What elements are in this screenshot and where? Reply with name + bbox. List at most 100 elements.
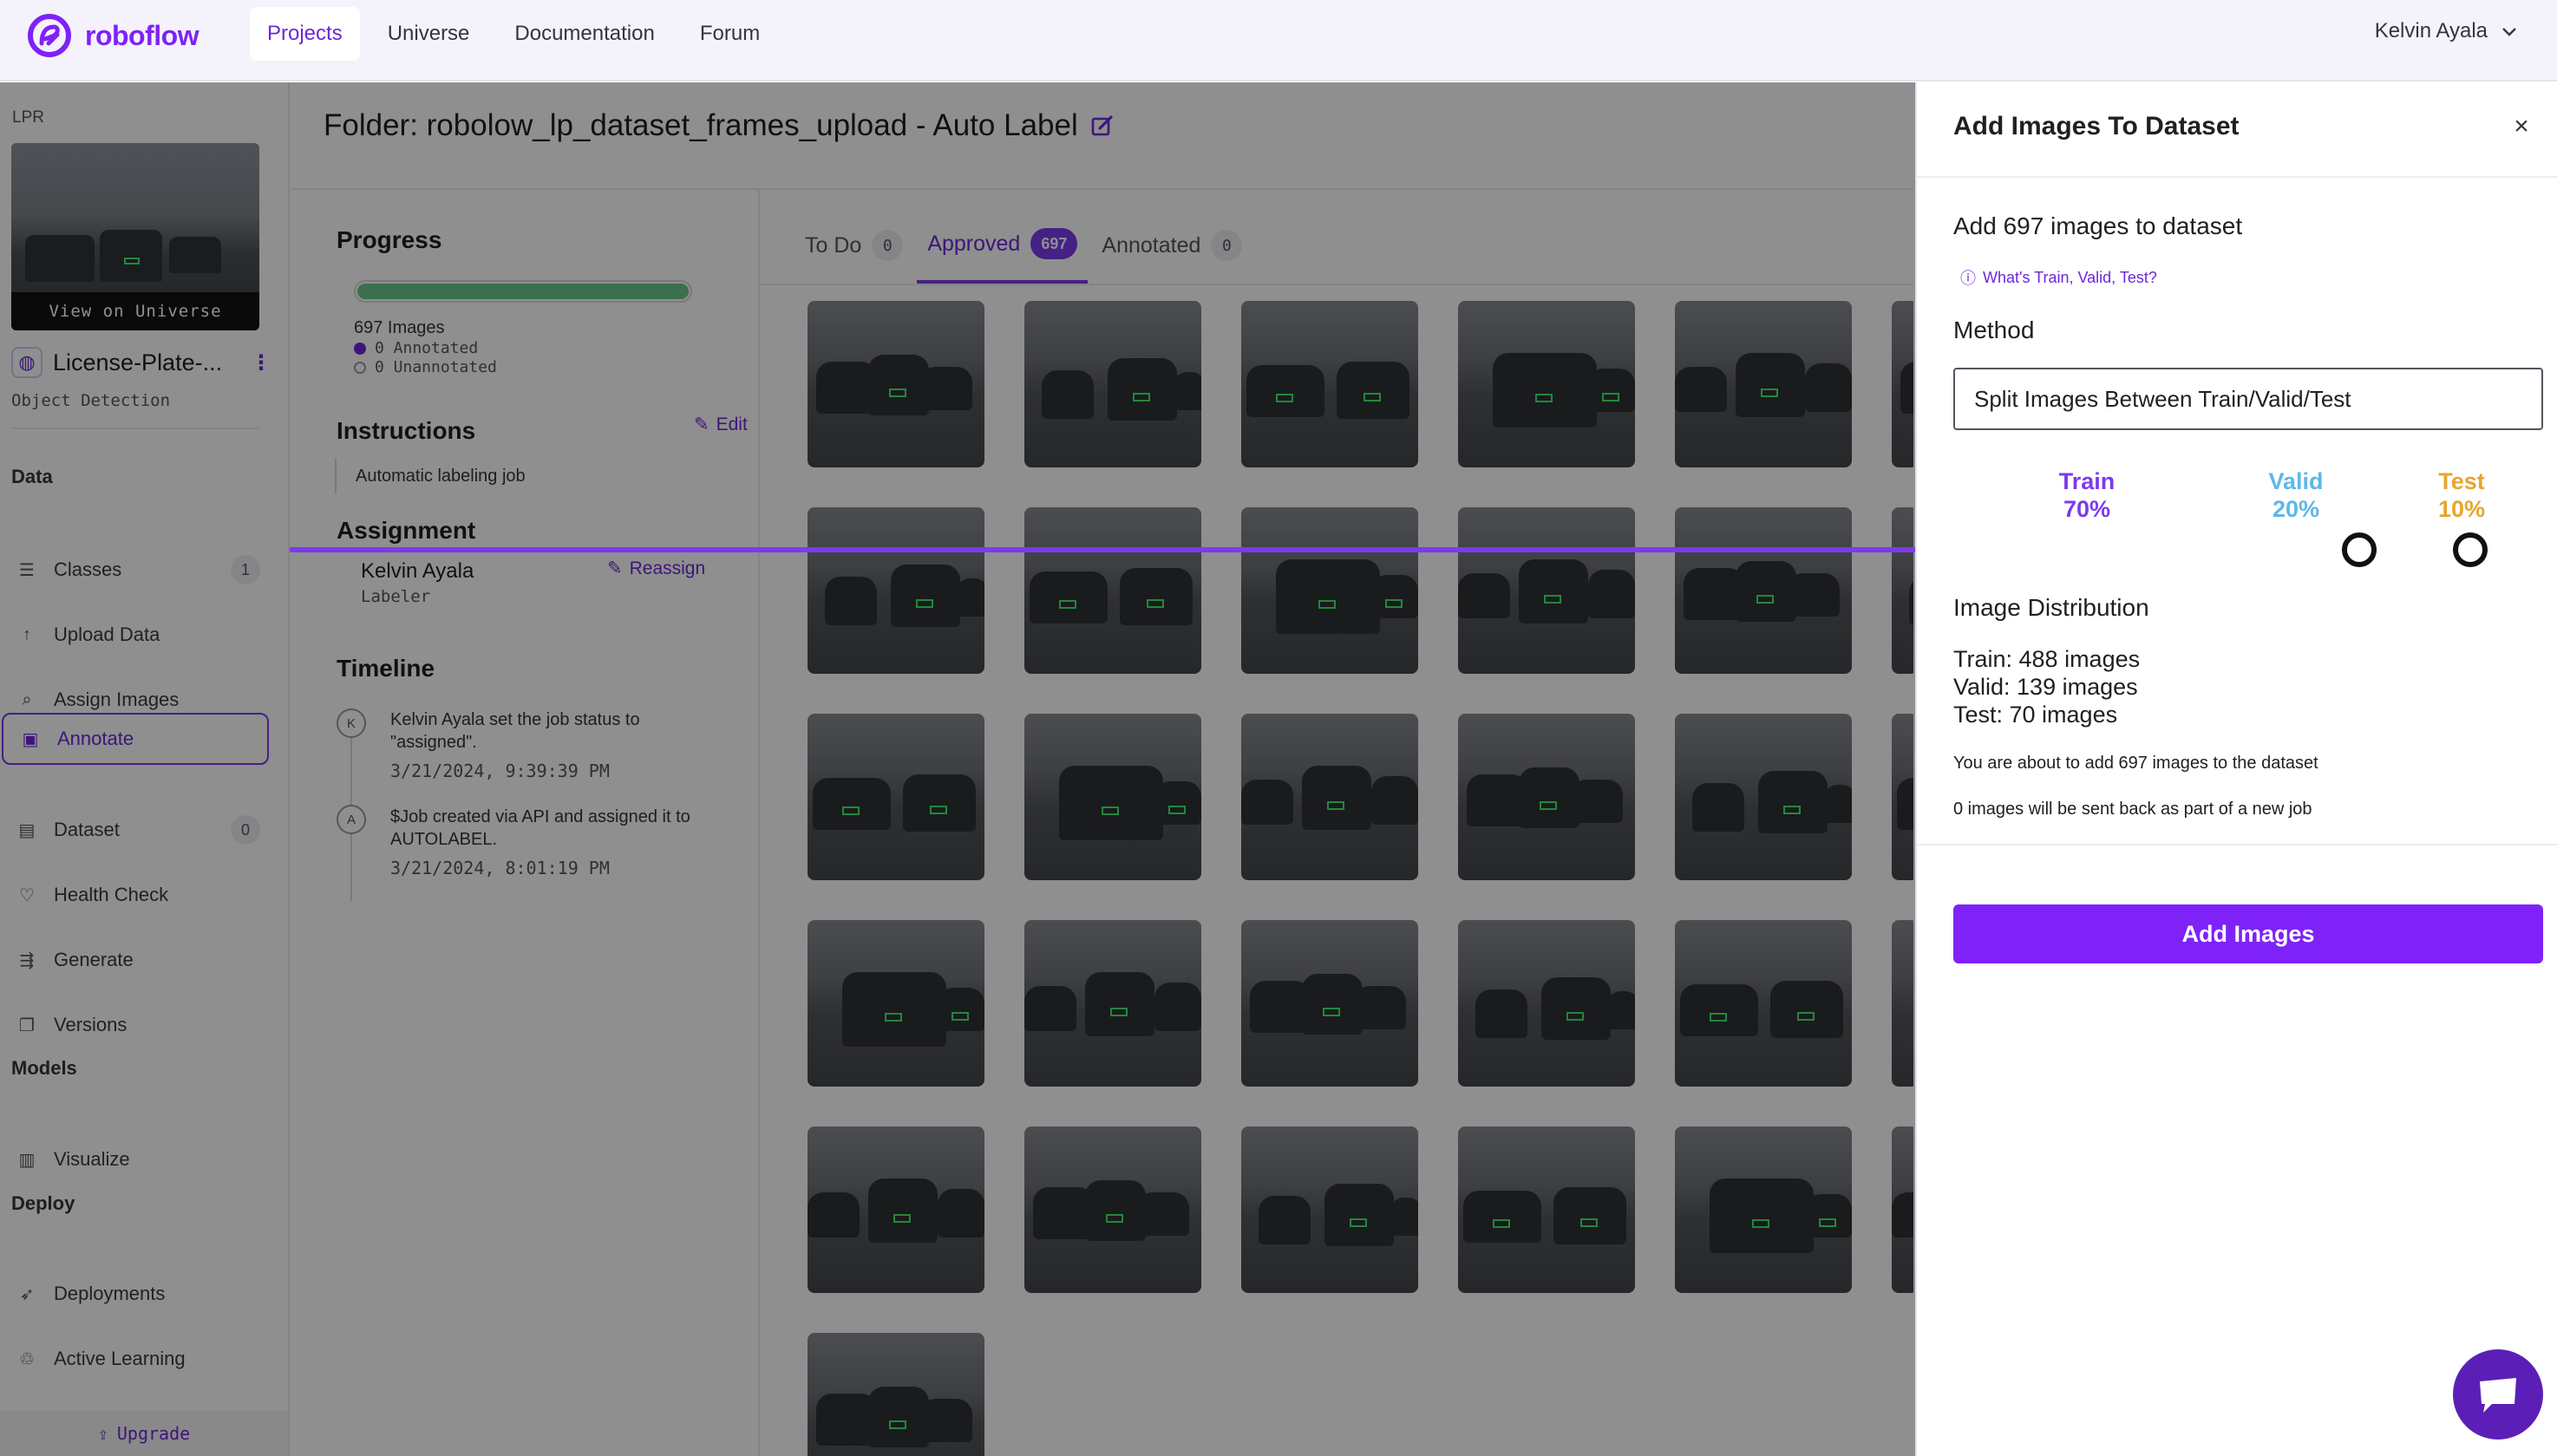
tab-approved[interactable]: Approved 697 [917, 207, 1089, 284]
sidebar-item-dataset[interactable]: ▤ Dataset 0 [0, 804, 271, 856]
annotate-icon: ▣ [22, 729, 39, 749]
project-title-row: ◍ License-Plate-... ⋮ [11, 347, 271, 378]
gallery-image[interactable] [808, 507, 984, 674]
project-thumbnail[interactable]: View on Universe [11, 143, 259, 330]
sidebar-item-health-check[interactable]: ♡ Health Check [0, 869, 271, 921]
car-shape [1085, 972, 1154, 1036]
sidebar-item-visualize[interactable]: ▥ Visualize [0, 1133, 271, 1185]
gallery-image[interactable] [808, 1126, 984, 1293]
gallery-image[interactable] [1458, 714, 1635, 880]
gallery-image[interactable] [1241, 507, 1418, 674]
gallery-image[interactable] [1024, 920, 1201, 1087]
plate-box [124, 258, 140, 264]
user-menu[interactable]: Kelvin Ayala [2375, 19, 2519, 43]
test-label: Test 10% [2418, 467, 2505, 523]
add-images-button[interactable]: Add Images [1953, 904, 2543, 963]
chat-button[interactable] [2453, 1349, 2543, 1440]
plate-box [1797, 1012, 1815, 1022]
timeline-avatar: K [337, 708, 366, 738]
nav-universe[interactable]: Universe [370, 7, 487, 61]
gallery-image[interactable] [1024, 714, 1201, 880]
sidebar-item-annotate[interactable]: ▣ Annotate [2, 713, 269, 765]
generate-icon: ⇶ [19, 950, 35, 970]
gallery-image[interactable] [1675, 1126, 1852, 1293]
car-shape [1675, 367, 1727, 412]
plate-box [1752, 1219, 1769, 1229]
car-shape [1246, 365, 1324, 417]
gallery-image[interactable] [808, 301, 984, 467]
sidebar-item-versions[interactable]: ❐ Versions [0, 999, 271, 1051]
car-shape [938, 1189, 984, 1237]
plate-box [1276, 394, 1293, 402]
gallery-image[interactable] [808, 1333, 984, 1456]
gallery-image[interactable] [1892, 301, 1913, 467]
gallery-image[interactable] [1241, 1126, 1418, 1293]
image-gallery: To Do 0 Approved 697 Annotated 0 [760, 190, 1913, 1456]
plate-box [1364, 393, 1381, 402]
view-on-universe-button[interactable]: View on Universe [11, 292, 259, 330]
sidebar-item-classes[interactable]: ☰ Classes 1 [0, 544, 271, 596]
user-name: Kelvin Ayala [2374, 19, 2488, 42]
gallery-image[interactable] [1458, 507, 1635, 674]
sidebar-item-label: Dataset [54, 819, 120, 840]
nav-projects[interactable]: Projects [250, 7, 360, 61]
upgrade-button[interactable]: ⇪ Upgrade [0, 1411, 288, 1456]
gallery-image[interactable] [1892, 714, 1913, 880]
plate-box [1540, 800, 1557, 810]
car-shape [1519, 559, 1588, 624]
train-valid-test-help-link[interactable]: ⓘ What's Train, Valid, Test? [1960, 266, 2157, 289]
valid-test-split-handle[interactable] [2453, 532, 2488, 567]
edit-instructions-link[interactable]: ✎ Edit [694, 414, 748, 435]
gallery-image[interactable] [1892, 1126, 1913, 1293]
sidebar-item-label: Health Check [54, 884, 169, 905]
gallery-image[interactable] [1892, 920, 1913, 1087]
nav-forum[interactable]: Forum [683, 7, 777, 61]
gallery-image[interactable] [808, 920, 984, 1087]
gallery-image[interactable] [1458, 1126, 1635, 1293]
gallery-image[interactable] [1458, 301, 1635, 467]
car-shape [1137, 1192, 1189, 1236]
search-icon: ⌕ [22, 689, 32, 709]
gallery-image[interactable] [1892, 507, 1913, 674]
car-shape [1389, 1198, 1418, 1236]
gallery-image[interactable] [1458, 920, 1635, 1087]
nav-documentation[interactable]: Documentation [497, 7, 671, 61]
gallery-image[interactable] [1024, 301, 1201, 467]
roboflow-logo[interactable]: roboflow [28, 14, 199, 57]
car-shape [1897, 778, 1913, 830]
gallery-image[interactable] [1241, 301, 1418, 467]
gallery-image[interactable] [1024, 1126, 1201, 1293]
image-backdrop [1892, 920, 1913, 1087]
more-options-icon[interactable]: ⋮ [251, 350, 271, 375]
gallery-image[interactable] [1675, 920, 1852, 1087]
versions-icon: ❐ [19, 1015, 35, 1035]
sidebar-item-label: Versions [54, 1014, 128, 1035]
gallery-image[interactable] [808, 714, 984, 880]
plate-box [1756, 594, 1774, 604]
car-shape [808, 1192, 860, 1237]
edit-icon: ✎ [694, 415, 710, 434]
gallery-image[interactable] [1675, 714, 1852, 880]
gallery-image[interactable] [1241, 920, 1418, 1087]
gallery-image[interactable] [1024, 507, 1201, 674]
valid-label: Valid 20% [2231, 467, 2361, 523]
project-name[interactable]: License-Plate-... [53, 349, 222, 376]
gallery-image[interactable] [1241, 714, 1418, 880]
close-icon[interactable]: × [2507, 112, 2536, 141]
method-select[interactable]: Split Images Between Train/Valid/Test [1953, 368, 2543, 430]
sidebar-item-generate[interactable]: ⇶ Generate [0, 934, 271, 986]
gallery-image[interactable] [1675, 301, 1852, 467]
edit-icon[interactable] [1090, 114, 1115, 138]
gallery-image[interactable] [1675, 507, 1852, 674]
sidebar-item-upload-data[interactable]: ↑ Upload Data [0, 609, 271, 661]
car-shape [868, 1179, 938, 1243]
plate-box [1102, 806, 1119, 816]
tab-annotated[interactable]: Annotated 0 [1091, 207, 1252, 284]
tab-to-do[interactable]: To Do 0 [795, 207, 913, 284]
sidebar-item-active-learning[interactable]: ♲ Active Learning [0, 1333, 271, 1385]
train-count: Train: 488 images [1953, 646, 2141, 672]
train-valid-split-handle[interactable] [2342, 532, 2377, 567]
reassign-link[interactable]: ✎ Reassign [607, 558, 705, 579]
sidebar-item-deployments[interactable]: ➶ Deployments [0, 1268, 271, 1320]
plate-box [1110, 1007, 1128, 1016]
